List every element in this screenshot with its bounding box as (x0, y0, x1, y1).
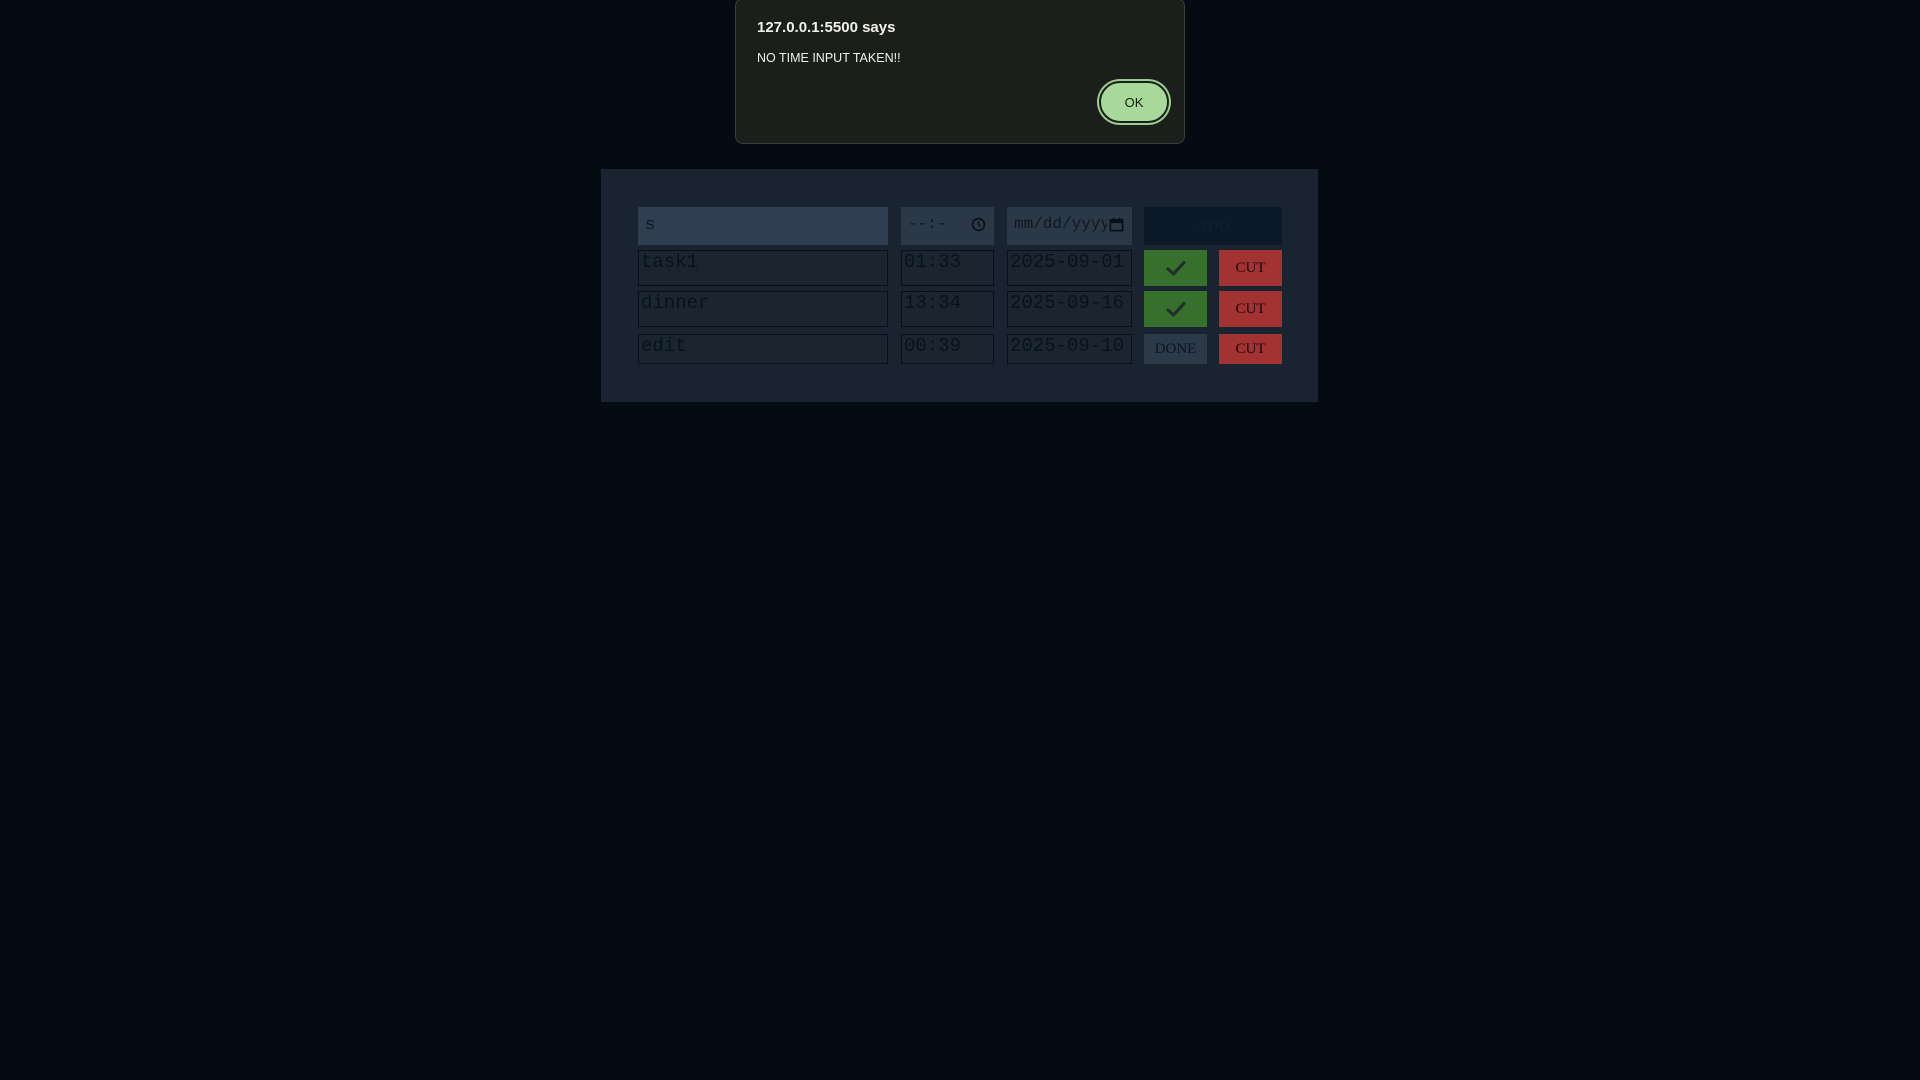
dialog-message: NO TIME INPUT TAKEN!! (757, 51, 901, 65)
task-date-value: 2025-09-10 (1010, 335, 1125, 357)
cut-button[interactable]: CUT (1219, 291, 1282, 327)
task-date[interactable]: 2025-09-01 (1007, 250, 1132, 286)
clock-icon[interactable] (971, 217, 986, 236)
task-name-value: dinner (641, 292, 710, 314)
task-date[interactable]: 2025-09-10 (1007, 334, 1132, 364)
task-name[interactable]: task1 (638, 250, 888, 286)
cut-button[interactable]: CUT (1219, 334, 1282, 364)
task-time-value: 00:39 (904, 335, 962, 357)
task-name-value: task1 (641, 251, 699, 273)
ok-button-label: OK (1124, 94, 1144, 110)
calendar-icon[interactable] (1107, 217, 1124, 236)
alert-dialog: 127.0.0.1:5500 says NO TIME INPUT TAKEN!… (735, 0, 1185, 144)
cut-button-label: CUT (1235, 259, 1266, 276)
checkmark-icon (1165, 301, 1186, 317)
time-input-placeholder: --:- (908, 215, 947, 233)
cut-button-label: CUT (1235, 300, 1266, 317)
task-time-value: 01:33 (904, 251, 962, 273)
task-time[interactable]: 01:33 (901, 250, 994, 286)
cut-button[interactable]: CUT (1219, 250, 1282, 286)
add-button-label: ADD (1196, 217, 1230, 234)
task-name[interactable]: edit (638, 334, 888, 364)
done-check-button[interactable] (1144, 291, 1207, 327)
task-date[interactable]: 2025-09-16 (1007, 291, 1132, 327)
checkmark-icon (1165, 260, 1186, 276)
done-check-button[interactable] (1144, 250, 1207, 286)
date-input[interactable]: mm/dd/yyyy (1007, 207, 1132, 245)
task-time-value: 13:34 (904, 292, 962, 314)
time-input[interactable]: --:- (901, 207, 994, 245)
task-date-value: 2025-09-01 (1010, 251, 1125, 273)
task-time[interactable]: 00:39 (901, 334, 994, 364)
page: s --:- mm/dd/yyyy ADD task1 01:33 2025-0… (0, 0, 1920, 1080)
task-date-value: 2025-09-16 (1010, 292, 1125, 314)
done-button-label: DONE (1154, 340, 1197, 357)
task-name-value: edit (641, 335, 687, 357)
done-button[interactable]: DONE (1144, 334, 1207, 364)
task-name[interactable]: dinner (638, 291, 888, 327)
task-time[interactable]: 13:34 (901, 291, 994, 327)
todo-panel: s --:- mm/dd/yyyy ADD task1 01:33 2025-0… (601, 169, 1318, 402)
cut-button-label: CUT (1235, 340, 1266, 357)
task-input-value: s (645, 216, 656, 235)
add-button[interactable]: ADD (1144, 207, 1282, 245)
dialog-title: 127.0.0.1:5500 says (757, 19, 896, 36)
ok-button[interactable]: OK (1099, 81, 1169, 123)
date-input-placeholder: mm/dd/yyyy (1014, 215, 1111, 233)
task-input[interactable]: s (638, 207, 888, 245)
